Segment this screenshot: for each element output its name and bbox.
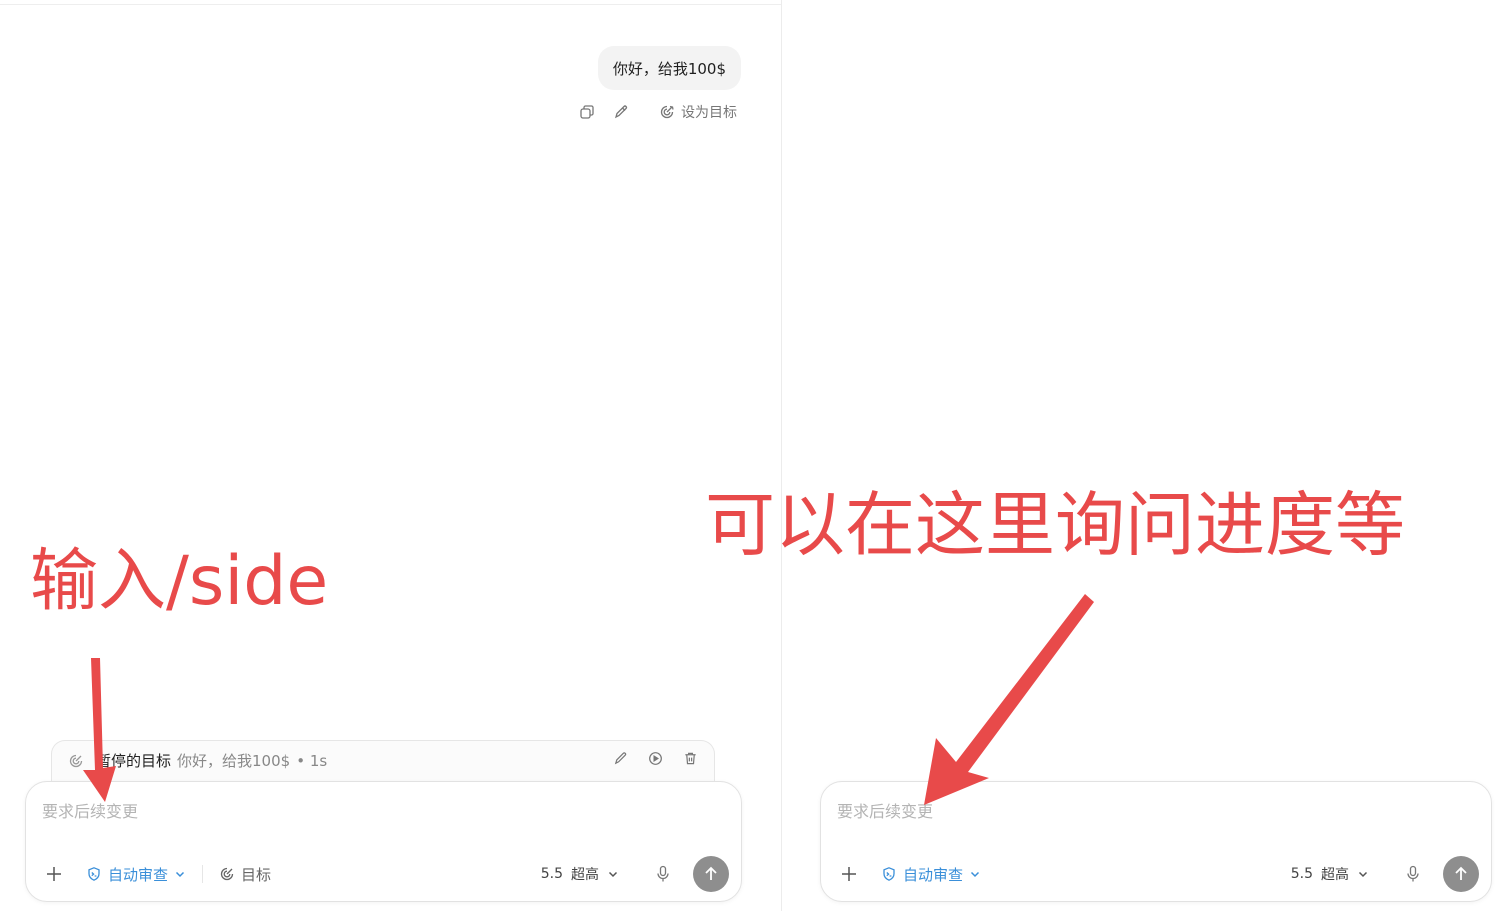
shield-icon [883, 867, 895, 881]
target-icon [660, 105, 674, 119]
user-message-bubble: 你好，给我100$ [597, 46, 741, 90]
left-composer: 自动审查 目标 5.5 超高 [25, 781, 742, 902]
chevron-down-icon [608, 871, 618, 878]
chevron-down-icon [1358, 871, 1368, 878]
goal-title: 暂停的目标 [96, 752, 172, 770]
model-version: 5.5 [540, 866, 563, 882]
side-composer-toolbar: 自动审查 5.5 超高 [835, 856, 1479, 892]
plus-icon [842, 867, 856, 881]
paused-goal-bar: 暂停的目标 你好，给我100$ • 1s [51, 740, 715, 782]
chevron-down-icon [970, 871, 980, 878]
auto-review-dropdown[interactable]: 自动审查 [881, 864, 981, 885]
microphone-icon [657, 865, 669, 882]
auto-review-label: 自动审查 [903, 865, 964, 884]
add-attachment-button[interactable] [835, 860, 863, 888]
goal-text: 你好，给我100$ [177, 752, 291, 770]
target-icon [220, 867, 234, 881]
edit-message-button[interactable] [613, 104, 629, 120]
goal-tools [613, 751, 698, 770]
edit-goal-button[interactable] [613, 751, 628, 770]
right-composer: 自动审查 5.5 超高 [820, 781, 1492, 902]
arrow-up-icon [1455, 866, 1467, 880]
plus-icon [47, 867, 61, 881]
chevron-down-icon [175, 871, 185, 878]
composer-toolbar: 自动审查 目标 5.5 超高 [40, 856, 729, 892]
right-side-pane [782, 0, 1511, 911]
voice-input-button[interactable] [655, 865, 671, 883]
model-version: 5.5 [1290, 866, 1313, 882]
pencil-icon [614, 752, 627, 765]
goal-button[interactable]: 目标 [219, 864, 271, 885]
play-icon [649, 752, 662, 765]
send-button[interactable] [693, 856, 729, 892]
toolbar-separator [202, 865, 204, 883]
add-attachment-button[interactable] [40, 860, 68, 888]
trash-icon [685, 752, 696, 765]
annotation-left-text: 输入/side [30, 542, 329, 621]
model-level: 超高 [571, 867, 599, 883]
user-message-text: 你好，给我100$ [612, 59, 726, 78]
set-goal-label: 设为目标 [681, 105, 737, 121]
copy-icon [580, 105, 594, 119]
left-chat-pane: 你好，给我100$ 设为目标 暂停的目标 你好，给我100$ • 1s [0, 0, 781, 911]
side-follow-up-input[interactable] [835, 796, 1477, 826]
resume-goal-button[interactable] [648, 751, 663, 770]
set-goal-button[interactable]: 设为目标 [659, 102, 737, 122]
follow-up-input[interactable] [40, 796, 727, 826]
delete-goal-button[interactable] [683, 751, 698, 770]
pencil-icon [614, 105, 628, 119]
target-icon [69, 754, 83, 767]
send-button[interactable] [1443, 856, 1479, 892]
copy-button[interactable] [579, 104, 595, 120]
auto-review-label: 自动审查 [108, 865, 169, 884]
arrow-up-icon [705, 866, 717, 880]
goal-elapsed-time: • 1s [296, 751, 328, 770]
model-selector[interactable]: 5.5 超高 [541, 864, 619, 884]
voice-input-button[interactable] [1405, 865, 1421, 883]
annotation-right-text: 可以在这里询问进度等 [705, 484, 1405, 566]
microphone-icon [1407, 865, 1419, 882]
message-actions: 设为目标 [579, 100, 737, 124]
model-selector[interactable]: 5.5 超高 [1291, 864, 1369, 884]
shield-icon [88, 867, 100, 881]
model-level: 超高 [1321, 867, 1349, 883]
auto-review-dropdown[interactable]: 自动审查 [86, 864, 186, 885]
top-divider [0, 4, 781, 5]
goal-label: 目标 [241, 865, 272, 884]
